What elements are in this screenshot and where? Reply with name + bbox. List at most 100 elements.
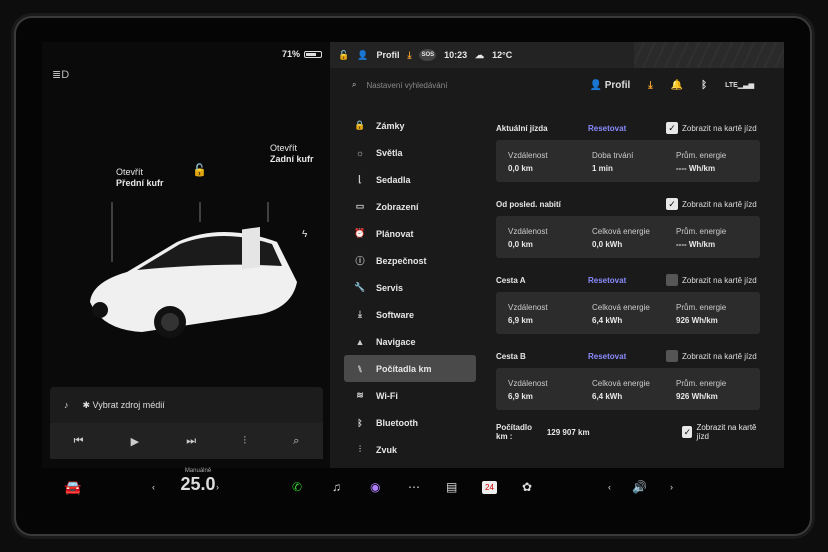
bluetooth-icon: ᛒ xyxy=(357,417,363,428)
reset-button[interactable]: Resetovat xyxy=(588,352,666,361)
profile-button[interactable]: 👤 Profil xyxy=(589,80,630,91)
front-trunk-action: Otevřít xyxy=(116,167,144,177)
trip-stat: Prům. energie 926 Wh/km xyxy=(676,301,760,334)
trip-stat: Vzdálenost 0,0 km xyxy=(508,149,592,182)
music-icon[interactable]: ♫ xyxy=(332,480,341,494)
trip-stat: Prům. energie ---- Wh/km xyxy=(676,225,760,258)
battery-status: 71% xyxy=(282,49,322,59)
show-on-card-checkbox[interactable]: Zobrazit na kartě jízd xyxy=(666,350,757,362)
car-image xyxy=(90,202,297,338)
show-on-card-checkbox[interactable]: Zobrazit na kartě jízd xyxy=(666,274,757,286)
stat-value: 6,9 km xyxy=(508,316,533,325)
stat-label: Vzdálenost xyxy=(508,151,548,160)
menu-item-label: Zámky xyxy=(376,120,405,131)
checkbox-label: Zobrazit na kartě jízd xyxy=(682,199,757,209)
volume-icon[interactable]: 🔊 xyxy=(632,480,647,494)
settings-search[interactable]: ⌕ Nastavení vyhledávání 👤 Profil ⤓ 🔔 ᛒ L… xyxy=(330,72,784,98)
reset-button[interactable]: Resetovat xyxy=(588,276,666,285)
rear-trunk-action: Otevřít xyxy=(270,143,298,153)
trip-card: Vzdálenost 0,0 km Doba trvání 1 min Prům. en… xyxy=(496,140,760,182)
bell-icon[interactable]: 🔔 xyxy=(671,80,683,91)
sos-badge[interactable]: SOS xyxy=(419,49,437,61)
trip-stat: Prům. energie ---- Wh/km xyxy=(676,149,760,182)
menu-item[interactable]: ☼ Světla xyxy=(344,139,476,166)
equalizer-icon[interactable]: ⫶ xyxy=(243,435,246,448)
menu-item[interactable]: ᛒ Bluetooth xyxy=(344,409,476,436)
navigation-icon: ▲ xyxy=(355,336,365,347)
menu-item[interactable]: ⓘ Bezpečnost xyxy=(344,247,476,274)
stat-value: 6,9 km xyxy=(508,392,533,401)
reset-button[interactable]: Resetovat xyxy=(588,124,666,133)
settings-menu: 🔒 Zámky ☼ Světla ⌊ Sedadla ▭ Zobrazení ⏰ Plánovat… xyxy=(344,112,476,463)
download-icon[interactable]: ⤓ xyxy=(648,80,652,91)
menu-item[interactable]: ⫶ Zvuk xyxy=(344,436,476,463)
trip-stat: Prům. energie 926 Wh/km xyxy=(676,377,760,410)
temperature-value: 25.0 xyxy=(180,474,216,494)
checkbox-icon xyxy=(666,350,678,362)
temp-down-icon[interactable]: ‹ xyxy=(152,482,155,492)
menu-item-label: Počítadla km xyxy=(376,363,432,374)
stat-label: Celková energie xyxy=(592,379,650,388)
search-input[interactable]: Nastavení vyhledávání xyxy=(366,81,447,90)
menu-item[interactable]: 🔧 Servis xyxy=(344,274,476,301)
trip-header: Cesta B Resetovat Zobrazit na kartě jízd xyxy=(496,348,760,364)
search-icon[interactable]: ⌕ xyxy=(293,435,299,448)
lock-icon[interactable]: 🔓 xyxy=(338,50,349,61)
car-panel: 71% ≣D Otevřít Přední kufr Otevřít Zadní… xyxy=(42,42,330,468)
climate-control[interactable]: Manuálně 25.0 xyxy=(168,468,228,495)
stat-value: ---- Wh/km xyxy=(676,164,716,173)
trip-title: Cesta A xyxy=(496,275,526,285)
menu-item-label: Bluetooth xyxy=(376,417,418,428)
profile-label[interactable]: Profil xyxy=(376,50,399,60)
camera-icon[interactable]: ◉ xyxy=(370,480,380,494)
lock-icon: 🔒 xyxy=(354,120,366,130)
previous-track-icon[interactable]: ⏮ xyxy=(74,435,84,448)
unlock-icon[interactable]: 🔓 xyxy=(192,163,207,177)
trip-card: Vzdálenost 6,9 km Celková energie 6,4 kWh Pr… xyxy=(496,368,760,410)
menu-item[interactable]: ⌊ Sedadla xyxy=(344,166,476,193)
stat-label: Vzdálenost xyxy=(508,303,548,312)
odometer-checkbox[interactable]: ✓ Zobrazit na kartě jízd xyxy=(682,423,760,441)
equalizer-icon: ⫶ xyxy=(358,444,362,454)
menu-item[interactable]: ▲ Navigace xyxy=(344,328,476,355)
trip-card: Vzdálenost 6,9 km Celková energie 6,4 kWh Pr… xyxy=(496,292,760,334)
phone-icon[interactable]: ✆ xyxy=(292,480,302,494)
menu-item-label: Bezpečnost xyxy=(376,255,427,266)
calendar-icon[interactable]: 24 xyxy=(482,480,497,494)
menu-item[interactable]: 🔒 Zámky xyxy=(344,112,476,139)
headlight-icon[interactable]: ≣D xyxy=(52,68,69,81)
menu-item[interactable]: ⏰ Plánovat xyxy=(344,220,476,247)
volume-down-icon[interactable]: ‹ xyxy=(608,482,611,492)
search-icon: ⌕ xyxy=(352,80,357,89)
show-on-card-checkbox[interactable]: ✓ Zobrazit na kartě jízd xyxy=(666,198,757,210)
menu-item[interactable]: ⤓ Software xyxy=(344,301,476,328)
menu-item[interactable]: ▭ Zobrazení xyxy=(344,193,476,220)
profile-icon[interactable]: 👤 xyxy=(357,50,368,61)
checkbox-label: Zobrazit na kartě jízd xyxy=(682,123,757,133)
odometer-row: Počítadlo km : 129 907 km ✓ Zobrazit na … xyxy=(496,423,760,441)
notes-icon[interactable]: ▤ xyxy=(446,480,457,494)
download-icon[interactable]: ⤓ xyxy=(407,50,411,61)
car-icon[interactable]: 🚘 xyxy=(64,479,81,496)
odometer-value: 129 907 km xyxy=(546,427,590,437)
map-strip[interactable] xyxy=(634,42,784,68)
trip-stat: Vzdálenost 6,9 km xyxy=(508,301,592,334)
toybox-icon[interactable]: ✿ xyxy=(522,480,532,494)
more-apps-icon[interactable]: ⋯ xyxy=(408,480,420,494)
status-bar: 🔓 👤 Profil ⤓ SOS 10:23 ☁ 12°C xyxy=(330,42,784,68)
bluetooth-icon[interactable]: ᛒ xyxy=(701,80,707,91)
media-source-button[interactable]: ✱ Vybrat zdroj médií xyxy=(83,400,165,411)
battery-percent: 71% xyxy=(281,49,300,59)
play-icon[interactable]: ▶ xyxy=(131,435,139,448)
rear-trunk-button[interactable]: Otevřít Zadní kufr xyxy=(270,143,314,165)
show-on-card-checkbox[interactable]: ✓ Zobrazit na kartě jízd xyxy=(666,122,757,134)
volume-up-icon[interactable]: › xyxy=(670,482,673,492)
menu-item[interactable]: ≋ Wi-Fi xyxy=(344,382,476,409)
stat-value: 0,0 km xyxy=(508,240,533,249)
stat-label: Vzdálenost xyxy=(508,227,548,236)
temp-up-icon[interactable]: › xyxy=(216,482,219,492)
front-trunk-button[interactable]: Otevřít Přední kufr xyxy=(116,167,164,189)
checkbox-icon: ✓ xyxy=(682,426,693,438)
menu-item[interactable]: ⑊ Počítadla km xyxy=(344,355,476,382)
next-track-icon[interactable]: ⏭ xyxy=(186,435,196,448)
